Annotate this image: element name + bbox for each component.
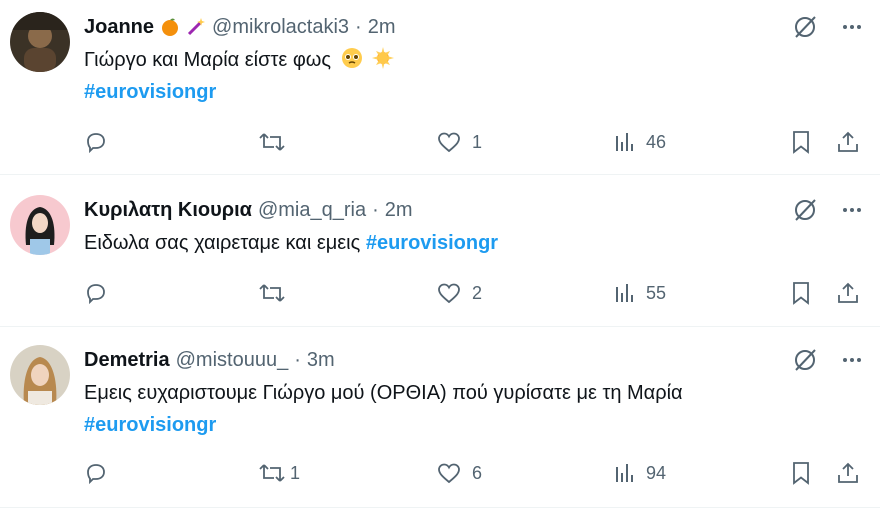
hashtag-link[interactable]: #eurovisiongr (84, 414, 216, 436)
share-icon (836, 461, 860, 485)
views-count: 46 (646, 131, 667, 152)
views-button[interactable]: 46 (614, 130, 666, 154)
like-icon (436, 281, 462, 305)
reply-icon (84, 281, 108, 305)
retweet-button[interactable]: 1 (258, 461, 300, 485)
tweet-text: Εμεις ευχαριστουμε Γιώργο μού (ΟΡΘΙΑ) πο… (84, 382, 683, 404)
like-count: 6 (472, 462, 483, 483)
hashtag-link[interactable]: #eurovisiongr (366, 232, 498, 254)
avatar[interactable] (10, 345, 70, 405)
author-name[interactable]: Demetria (84, 349, 170, 372)
like-icon (436, 130, 462, 154)
bookmark-button[interactable] (790, 130, 812, 154)
timestamp[interactable]: 3m (307, 349, 335, 372)
grok-icon[interactable] (792, 197, 818, 223)
views-button[interactable]: 55 (614, 281, 666, 305)
timestamp[interactable]: 2m (385, 199, 413, 222)
like-button[interactable]: 1 (436, 130, 482, 154)
author-handle[interactable]: @mikrolactaki3 (212, 16, 349, 39)
share-button[interactable] (836, 281, 860, 305)
like-button[interactable]: 2 (436, 281, 482, 305)
share-button[interactable] (836, 461, 860, 485)
bookmark-button[interactable] (790, 461, 812, 485)
share-icon (836, 281, 860, 305)
tweet[interactable]: Joanne @mikrolactaki3 · 2m Γιώργο και Μα… (0, 0, 880, 175)
views-icon (614, 281, 636, 305)
tweet[interactable]: Demetria @mistouuu_ · 3m Εμεις ευχαριστο… (0, 327, 880, 508)
bookmark-icon (790, 461, 812, 485)
author-handle[interactable]: @mistouuu_ (176, 349, 289, 372)
separator-dot: · (294, 348, 301, 371)
bookmark-icon (790, 281, 812, 305)
like-button[interactable]: 6 (436, 461, 482, 485)
more-icon[interactable] (840, 15, 864, 39)
bookmark-icon (790, 130, 812, 154)
magic-wand-emoji-icon (186, 17, 206, 37)
views-icon (614, 461, 636, 485)
author-handle[interactable]: @mia_q_ria (258, 199, 366, 222)
author-name[interactable]: Κυριλατη Κιουρια (84, 199, 252, 222)
reply-icon (84, 130, 108, 154)
reply-button[interactable] (84, 461, 118, 485)
avatar[interactable] (10, 195, 70, 255)
reply-button[interactable] (84, 130, 118, 154)
views-icon (614, 130, 636, 154)
views-count: 55 (646, 282, 667, 303)
reply-button[interactable] (84, 281, 118, 305)
tweet-text: Ειδωλα σας χαιρεταμε και εμεις (84, 232, 361, 254)
grok-icon[interactable] (792, 14, 818, 40)
author-name[interactable]: Joanne (84, 16, 154, 39)
avatar[interactable] (10, 12, 70, 72)
retweet-icon (258, 130, 286, 154)
timestamp[interactable]: 2m (368, 16, 396, 39)
like-count: 2 (472, 282, 483, 303)
share-button[interactable] (836, 130, 860, 154)
more-icon[interactable] (840, 198, 864, 222)
retweet-button[interactable] (258, 281, 296, 305)
pleading-face-emoji-icon (341, 47, 362, 68)
hashtag-link[interactable]: #eurovisiongr (84, 81, 216, 103)
share-icon (836, 130, 860, 154)
more-icon[interactable] (840, 348, 864, 372)
star-emoji-icon (372, 47, 395, 69)
tweet[interactable]: Κυριλατη Κιουρια @mia_q_ria · 2m Ειδωλα … (0, 175, 880, 327)
separator-dot: · (355, 15, 362, 38)
reply-icon (84, 461, 108, 485)
tweet-text: Γιώργο και Μαρία είστε φως (84, 49, 332, 71)
grok-icon[interactable] (792, 347, 818, 373)
retweet-icon (258, 461, 286, 485)
like-icon (436, 461, 462, 485)
like-count: 1 (472, 131, 483, 152)
retweet-button[interactable] (258, 130, 296, 154)
views-button[interactable]: 94 (614, 461, 666, 485)
orange-emoji-icon (160, 17, 180, 37)
bookmark-button[interactable] (790, 281, 812, 305)
views-count: 94 (646, 462, 667, 483)
retweet-count: 1 (290, 462, 301, 483)
retweet-icon (258, 281, 286, 305)
separator-dot: · (372, 198, 379, 221)
